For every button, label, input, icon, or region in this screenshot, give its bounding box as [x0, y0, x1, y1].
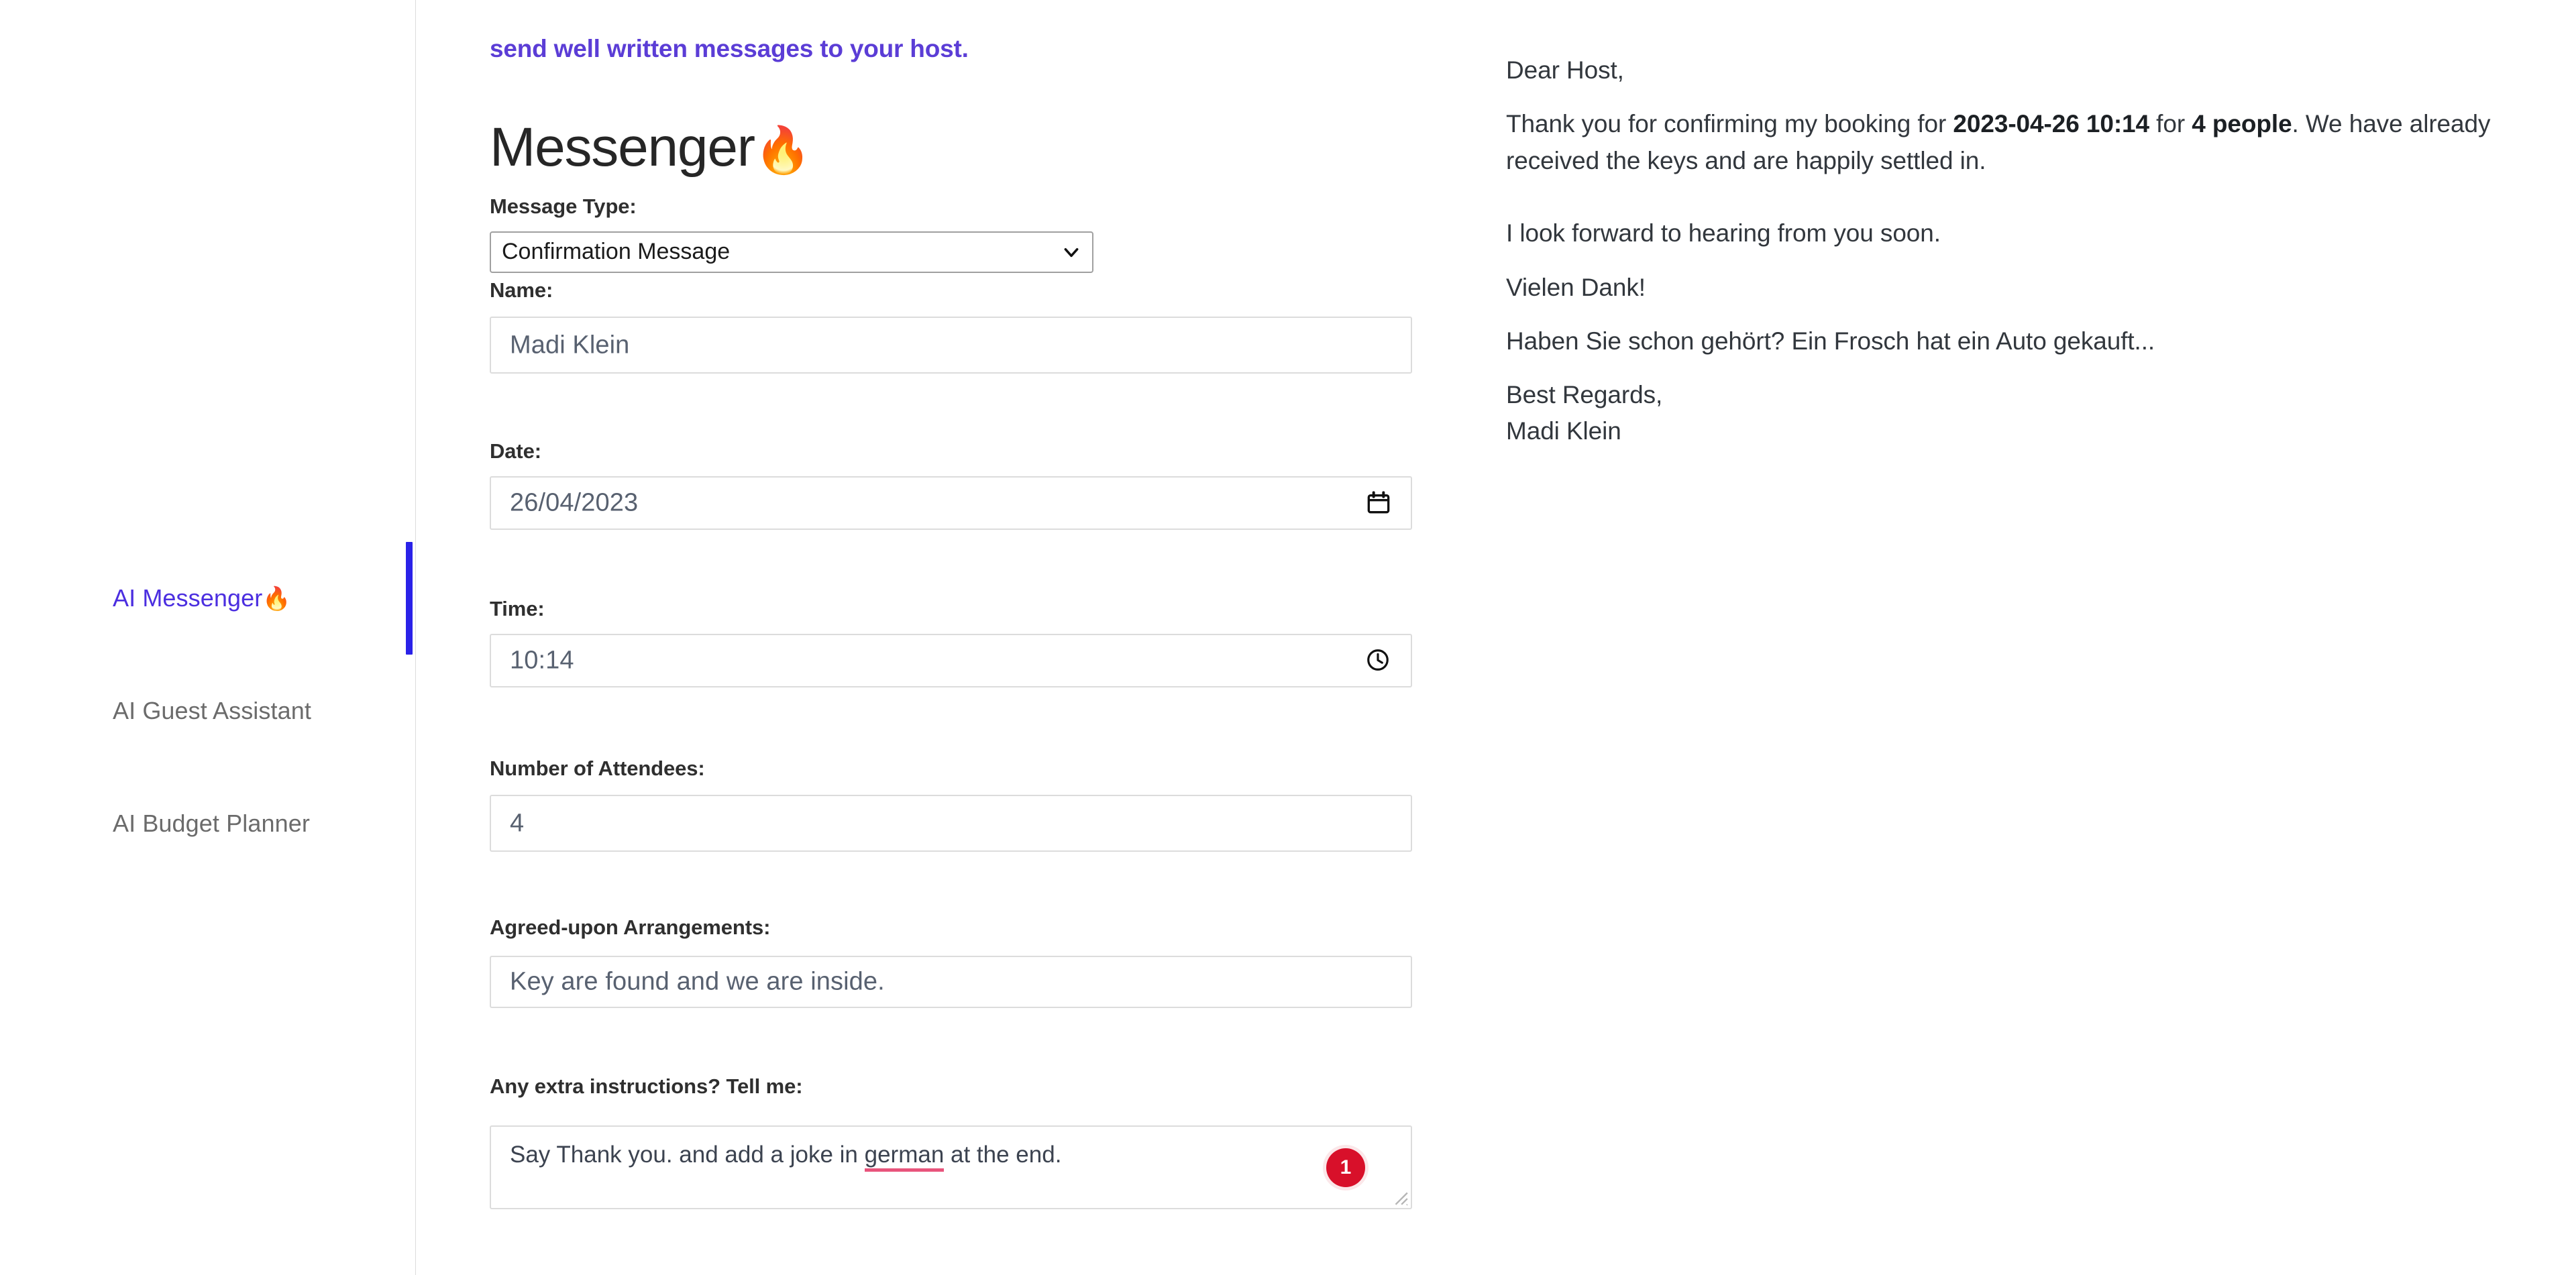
sidebar-item-label: AI Guest Assistant [113, 697, 311, 724]
time-input-value: 10:14 [510, 646, 574, 675]
grammar-issue-badge[interactable]: 1 [1326, 1148, 1365, 1187]
time-input[interactable]: 10:14 [490, 634, 1412, 687]
arrangements-input[interactable]: Key are found and we are inside. [490, 956, 1412, 1008]
app-root: AI Messenger🔥 AI Guest Assistant AI Budg… [0, 0, 2576, 1275]
misspelled-word[interactable]: german [864, 1142, 945, 1172]
name-input[interactable]: Madi Klein [490, 317, 1412, 374]
fire-icon: 🔥 [262, 586, 291, 612]
date-input-value: 26/04/2023 [510, 488, 639, 517]
instruction-text-before: Say Thank you. and add a joke in [510, 1142, 865, 1168]
extra-instructions-textarea[interactable]: Say Thank you. and add a joke in german … [490, 1125, 1412, 1209]
instruction-text-after: at the end. [944, 1142, 1062, 1168]
chevron-down-icon [1063, 243, 1080, 261]
date-input[interactable]: 26/04/2023 [490, 476, 1412, 530]
sidebar-item-label: AI Budget Planner [113, 810, 310, 837]
output-closing: Best Regards, [1506, 381, 1663, 408]
booking-text-before: Thank you for confirming my booking for [1506, 110, 1953, 137]
sidebar-item-ai-guest-assistant[interactable]: AI Guest Assistant [0, 655, 416, 767]
output-greeting: Dear Host, [1506, 56, 1624, 84]
sidebar-item-label: AI Messenger [113, 584, 263, 612]
output-paragraph-joke: Haben Sie schon gehört? Ein Frosch hat e… [1506, 327, 2155, 355]
arrangements-label: Agreed-upon Arrangements: [490, 916, 771, 939]
message-type-selected-value: Confirmation Message [502, 239, 731, 264]
sidebar-item-ai-messenger[interactable]: AI Messenger🔥 [0, 542, 416, 655]
output-signature: Madi Klein [1506, 417, 1621, 445]
clock-icon[interactable] [1365, 647, 1392, 674]
name-label: Name: [490, 278, 553, 302]
booking-text-mid: for [2149, 110, 2192, 137]
message-type-select[interactable]: Confirmation Message [490, 231, 1093, 273]
calendar-icon[interactable] [1365, 490, 1392, 516]
generated-message-panel: Dear Host, Thank you for confirming my b… [1506, 0, 2532, 1275]
fire-icon: 🔥 [754, 124, 812, 176]
output-paragraph-thanks: Vielen Dank! [1506, 274, 1646, 301]
attendees-input-value: 4 [510, 809, 525, 837]
date-label: Date: [490, 439, 542, 463]
sidebar: AI Messenger🔥 AI Guest Assistant AI Budg… [0, 0, 416, 1275]
page-title: Messenger🔥 [490, 116, 812, 179]
sidebar-item-ai-budget-planner[interactable]: AI Budget Planner [0, 767, 416, 880]
output-paragraph-booking: Thank you for confirming my booking for … [1506, 105, 2506, 179]
extra-instructions-value: Say Thank you. and add a joke in german … [510, 1142, 1062, 1172]
attendees-input[interactable]: 4 [490, 795, 1412, 852]
output-paragraph-followup: I look forward to hearing from you soon. [1506, 219, 1941, 247]
booking-datetime: 2023-04-26 10:14 [1953, 110, 2149, 137]
booking-people-count: 4 people [2192, 110, 2292, 137]
extra-instructions-label: Any extra instructions? Tell me: [490, 1074, 803, 1098]
sidebar-nav: AI Messenger🔥 AI Guest Assistant AI Budg… [0, 542, 416, 880]
tagline: send well written messages to your host. [490, 35, 969, 62]
resize-handle-icon[interactable] [1391, 1188, 1409, 1206]
time-label: Time: [490, 597, 545, 620]
attendees-label: Number of Attendees: [490, 757, 705, 780]
main-form-panel: send well written messages to your host.… [416, 0, 1469, 1275]
arrangements-input-value: Key are found and we are inside. [510, 967, 885, 996]
message-type-label: Message Type: [490, 195, 637, 218]
name-input-value: Madi Klein [510, 331, 630, 359]
page-title-text: Messenger [490, 116, 755, 178]
active-indicator-bar [406, 542, 413, 655]
